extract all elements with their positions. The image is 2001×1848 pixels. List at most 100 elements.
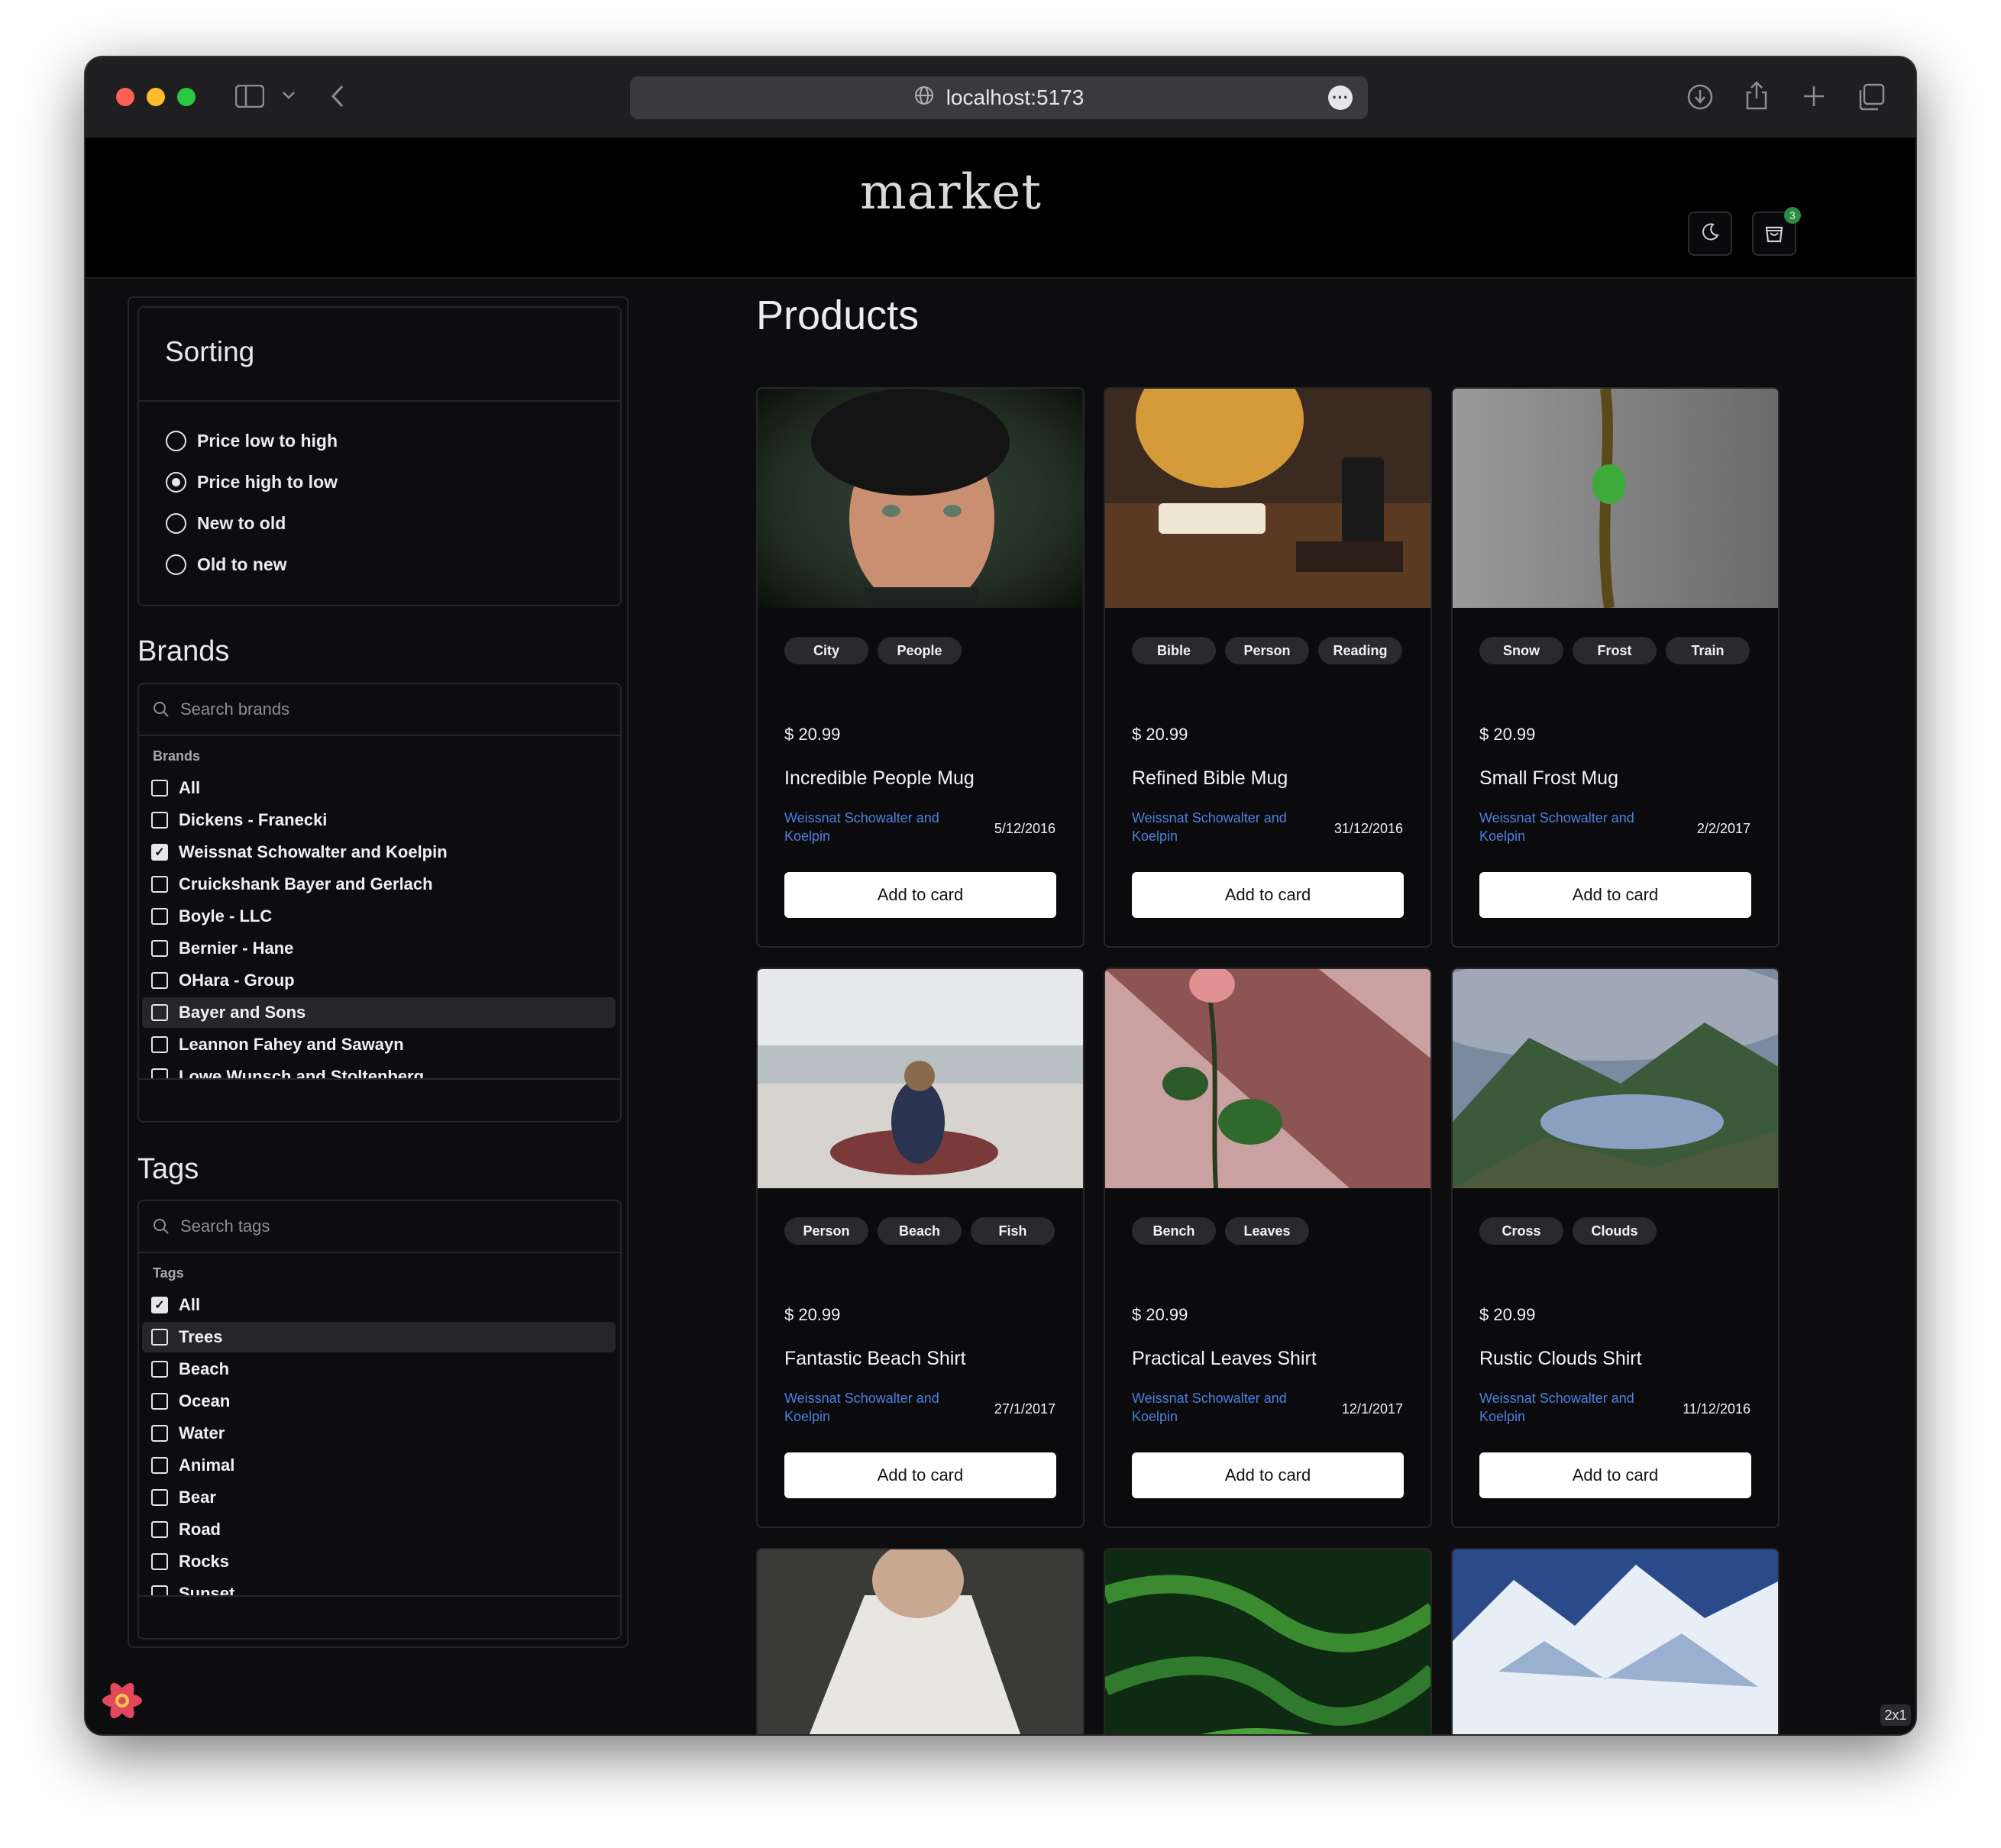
tag-item[interactable]: ✓ All xyxy=(142,1290,616,1320)
tag-chip[interactable]: Person xyxy=(1225,637,1309,664)
devtools-logo-icon[interactable] xyxy=(98,1676,147,1729)
sort-option-new-old[interactable]: New to old xyxy=(166,510,286,536)
checkbox-checked[interactable]: ✓ xyxy=(151,844,168,861)
checkbox[interactable] xyxy=(151,1489,168,1506)
checkbox[interactable] xyxy=(151,1553,168,1570)
product-card[interactable] xyxy=(1104,1548,1432,1734)
back-arrow-icon[interactable] xyxy=(330,85,345,108)
product-card[interactable]: Bench Leaves $ 20.99 Practical Leaves Shirt… xyxy=(1104,968,1432,1528)
checkbox[interactable] xyxy=(151,1329,168,1346)
tag-item[interactable]: Bear xyxy=(142,1482,616,1513)
checkbox[interactable] xyxy=(151,940,168,957)
checkbox[interactable] xyxy=(151,1004,168,1021)
product-image[interactable] xyxy=(758,1549,1083,1734)
product-image[interactable] xyxy=(1453,969,1778,1188)
tag-chip[interactable]: Leaves xyxy=(1225,1217,1309,1245)
brand-item[interactable]: Cruickshank Bayer and Gerlach xyxy=(142,869,616,900)
brand-item[interactable]: Dickens - Franecki xyxy=(142,805,616,835)
product-card[interactable]: Bible Person Reading $ 20.99 Refined Bible M… xyxy=(1104,387,1432,948)
product-card[interactable]: Snow Frost Train $ 20.99 Small Frost Mug Weis… xyxy=(1451,387,1780,948)
add-to-cart-button[interactable]: Add to card xyxy=(1132,1452,1404,1498)
radio-button-selected[interactable] xyxy=(166,471,186,493)
product-brand-link[interactable]: Weissnat Schowalter and Koelpin xyxy=(1132,809,1315,845)
brand-item[interactable]: Lowe Wunsch and Stoltenberg xyxy=(142,1061,616,1078)
brand-item[interactable]: Bayer and Sons xyxy=(142,997,616,1028)
checkbox[interactable] xyxy=(151,908,168,925)
tag-search-input[interactable]: Search tags xyxy=(139,1201,620,1253)
checkbox[interactable] xyxy=(151,1036,168,1053)
product-name[interactable]: Practical Leaves Shirt xyxy=(1132,1348,1317,1370)
tag-item[interactable]: Sunset xyxy=(142,1578,616,1595)
brand-item[interactable]: Leannon Fahey and Sawayn xyxy=(142,1029,616,1060)
checkbox[interactable] xyxy=(151,780,168,796)
product-name[interactable]: Incredible People Mug xyxy=(784,767,975,790)
close-window-button[interactable] xyxy=(116,88,134,106)
chevron-down-icon[interactable] xyxy=(282,91,296,100)
checkbox[interactable] xyxy=(151,1393,168,1410)
tag-item[interactable]: Road xyxy=(142,1514,616,1545)
tag-chip[interactable]: Cross xyxy=(1479,1217,1563,1245)
more-options-icon[interactable]: ··· xyxy=(1328,86,1353,110)
add-to-cart-button[interactable]: Add to card xyxy=(1479,1452,1751,1498)
address-bar[interactable]: localhost:5173 ··· xyxy=(630,76,1368,119)
add-to-cart-button[interactable]: Add to card xyxy=(1132,872,1404,918)
tag-item[interactable]: Water xyxy=(142,1418,616,1449)
tag-chip[interactable]: People xyxy=(878,637,962,664)
zoom-window-button[interactable] xyxy=(177,88,196,106)
product-card[interactable] xyxy=(756,1548,1085,1734)
product-image[interactable] xyxy=(1105,1549,1430,1734)
add-to-cart-button[interactable]: Add to card xyxy=(1479,872,1751,918)
tag-chip[interactable]: Bench xyxy=(1132,1217,1216,1245)
tag-chip[interactable]: Train xyxy=(1666,637,1750,664)
brand-search-input[interactable]: Search brands xyxy=(139,684,620,736)
site-logo[interactable]: market xyxy=(849,164,1052,221)
sidebar-toggle-icon[interactable] xyxy=(235,85,264,108)
product-name[interactable]: Small Frost Mug xyxy=(1479,767,1618,790)
sort-option-old-new[interactable]: Old to new xyxy=(166,551,287,577)
brand-item[interactable]: Bernier - Hane xyxy=(142,933,616,964)
brand-item[interactable]: ✓ Weissnat Schowalter and Koelpin xyxy=(142,837,616,867)
tag-chip[interactable]: Beach xyxy=(878,1217,962,1245)
checkbox[interactable] xyxy=(151,972,168,989)
minimize-window-button[interactable] xyxy=(147,88,165,106)
tag-chip[interactable]: Person xyxy=(784,1217,868,1245)
checkbox[interactable] xyxy=(151,1457,168,1474)
sort-option-price-high-low[interactable]: Price high to low xyxy=(166,469,338,495)
product-image[interactable] xyxy=(758,389,1083,610)
radio-button[interactable] xyxy=(166,512,186,534)
checkbox[interactable] xyxy=(151,1068,168,1078)
product-image[interactable] xyxy=(1105,969,1430,1189)
checkbox[interactable] xyxy=(151,1521,168,1538)
product-card[interactable]: City People $ 20.99 Incredible People Mug We… xyxy=(756,387,1085,948)
radio-button[interactable] xyxy=(166,430,186,451)
checkbox[interactable] xyxy=(151,812,168,829)
checkbox[interactable] xyxy=(151,1361,168,1378)
product-image[interactable] xyxy=(1105,389,1430,608)
product-name[interactable]: Rustic Clouds Shirt xyxy=(1479,1348,1642,1370)
product-brand-link[interactable]: Weissnat Schowalter and Koelpin xyxy=(784,1389,968,1426)
sort-option-price-low-high[interactable]: Price low to high xyxy=(166,428,338,454)
tab-overview-icon[interactable] xyxy=(1857,83,1885,111)
add-to-cart-button[interactable]: Add to card xyxy=(784,872,1056,918)
brand-item[interactable]: OHara - Group xyxy=(142,965,616,996)
tag-chip[interactable]: Bible xyxy=(1132,637,1216,664)
product-brand-link[interactable]: Weissnat Schowalter and Koelpin xyxy=(1479,1389,1663,1426)
brand-item[interactable]: All xyxy=(142,773,616,803)
brand-item[interactable]: Boyle - LLC xyxy=(142,901,616,932)
product-card[interactable]: Person Beach Fish $ 20.99 Fantastic Beach Sh… xyxy=(756,968,1085,1528)
checkbox[interactable] xyxy=(151,1585,168,1595)
tag-item[interactable]: Animal xyxy=(142,1450,616,1481)
tag-chip[interactable]: Fish xyxy=(971,1217,1055,1245)
product-card[interactable] xyxy=(1451,1548,1780,1734)
new-tab-icon[interactable] xyxy=(1802,85,1825,108)
tag-chip[interactable]: Snow xyxy=(1479,637,1563,664)
share-icon[interactable] xyxy=(1744,80,1769,111)
product-brand-link[interactable]: Weissnat Schowalter and Koelpin xyxy=(1132,1389,1315,1426)
tag-item[interactable]: Beach xyxy=(142,1354,616,1384)
checkbox-checked[interactable]: ✓ xyxy=(151,1297,168,1313)
checkbox[interactable] xyxy=(151,1425,168,1442)
checkbox[interactable] xyxy=(151,876,168,893)
product-image[interactable] xyxy=(1453,389,1778,609)
product-image[interactable] xyxy=(1453,1549,1778,1734)
download-icon[interactable] xyxy=(1686,83,1714,111)
